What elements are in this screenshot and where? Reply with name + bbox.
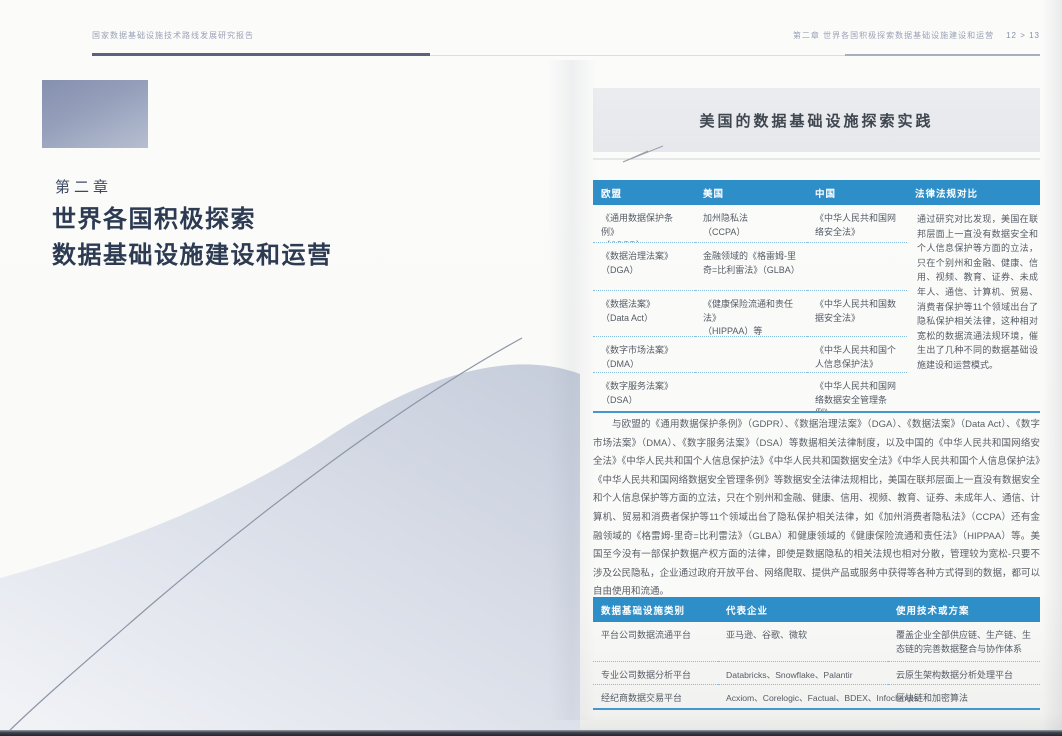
table-cell: 《健康保险流通和责任法》 （HIPPAA）等 bbox=[695, 291, 807, 337]
table-cell: 《通用数据保护条例》 （GDPR） bbox=[593, 205, 695, 243]
table-cell: 《数据治理法案》 （DGA） bbox=[593, 243, 695, 291]
law-col-header-us: 美国 bbox=[695, 186, 807, 200]
photo-edge-right bbox=[1042, 0, 1062, 736]
chapter-title: 世界各国积极探索 数据基础设施建设和运营 bbox=[52, 202, 333, 274]
table-cell: 覆盖企业全部供应链、生产链、生态链的完善数据整合与协作体系 bbox=[888, 622, 1040, 662]
infra-col-header-companies: 代表企业 bbox=[718, 603, 888, 617]
law-table-header-row: 欧盟 美国 中国 法律法规对比 bbox=[593, 180, 1040, 205]
table-cell: 《数字市场法案》 （DMA） bbox=[593, 337, 695, 373]
law-comparison-text: 通过研究对比发现，美国在联邦层面上一直没有数据安全和个人信息保护等方面的立法，只… bbox=[907, 205, 1040, 411]
section-title-box: 美国的数据基础设施探索实践 bbox=[593, 88, 1040, 152]
infra-table-body: 平台公司数据流通平台 亚马逊、谷歌、微软 覆盖企业全部供应链、生产链、生态链的完… bbox=[593, 622, 1040, 708]
photo-edge-bottom bbox=[0, 730, 1062, 736]
table-cell: 区块链和加密算法 bbox=[888, 685, 1040, 708]
infrastructure-table: 数据基础设施类别 代表企业 使用技术或方案 平台公司数据流通平台 亚马逊、谷歌、… bbox=[593, 597, 1040, 710]
table-cell: 《中华人民共和国个人信息保护法》 bbox=[807, 337, 907, 373]
law-col-header-compare: 法律法规对比 bbox=[907, 186, 1040, 200]
decorative-wave-graphic bbox=[0, 320, 580, 736]
table-cell bbox=[807, 243, 907, 291]
table-cell bbox=[695, 373, 807, 411]
infra-col-header-category: 数据基础设施类别 bbox=[593, 603, 718, 617]
table-cell: 《中华人民共和国网络数据安全管理条例》 bbox=[807, 373, 907, 411]
law-col-header-eu: 欧盟 bbox=[593, 186, 695, 200]
header-rule-accent-right bbox=[845, 54, 1040, 56]
infra-table-header-row: 数据基础设施类别 代表企业 使用技术或方案 bbox=[593, 597, 1040, 622]
table-cell: 《数字服务法案》 （DSA） bbox=[593, 373, 695, 411]
table-cell: 经纪商数据交易平台 bbox=[593, 685, 718, 708]
page-gutter-shadow bbox=[548, 60, 596, 720]
chapter-cover-graphic bbox=[42, 80, 148, 148]
section-divider-zigzag bbox=[593, 144, 1040, 168]
table-cell: Acxiom、Corelogic、Factual、BDEX、Infochimps bbox=[718, 685, 888, 708]
table-cell: 加州隐私法 （CCPA） bbox=[695, 205, 807, 243]
running-header-chapter: 第二章 世界各国积极探索数据基础设施建设和运营 bbox=[793, 30, 994, 41]
infra-col-header-tech: 使用技术或方案 bbox=[888, 603, 1040, 617]
running-header-left: 国家数据基础设施技术路线发展研究报告 bbox=[92, 30, 254, 41]
table-cell: 云原生架构数据分析处理平台 bbox=[888, 662, 1040, 685]
table-cell: 《数据法案》 （Data Act） bbox=[593, 291, 695, 337]
chapter-title-line2: 数据基础设施建设和运营 bbox=[52, 238, 333, 274]
table-cell bbox=[695, 337, 807, 373]
law-comparison-table: 欧盟 美国 中国 法律法规对比 《通用数据保护条例》 （GDPR） 加州隐私法 … bbox=[593, 180, 1040, 413]
page-number: 12 > 13 bbox=[1006, 31, 1040, 40]
table-cell: 亚马逊、谷歌、微软 bbox=[718, 622, 888, 662]
law-col-header-cn: 中国 bbox=[807, 186, 907, 200]
table-cell: 平台公司数据流通平台 bbox=[593, 622, 718, 662]
table-cell: Databricks、Snowflake、Palantir bbox=[718, 662, 888, 685]
running-header-right: 第二章 世界各国积极探索数据基础设施建设和运营 12 > 13 bbox=[793, 30, 1040, 41]
law-table-body: 《通用数据保护条例》 （GDPR） 加州隐私法 （CCPA） 《中华人民共和国网… bbox=[593, 205, 1040, 411]
table-cell: 《中华人民共和国数据安全法》 bbox=[807, 291, 907, 337]
body-paragraph: 与欧盟的《通用数据保护条例》（GDPR）、《数据治理法案》（DGA）、《数据法案… bbox=[593, 416, 1040, 602]
section-title: 美国的数据基础设施探索实践 bbox=[699, 110, 933, 131]
chapter-title-line1: 世界各国积极探索 bbox=[52, 202, 333, 238]
table-cell: 《中华人民共和国网络安全法》 bbox=[807, 205, 907, 243]
table-cell: 金融领域的《格雷姆-里奇=比利雷法》（GLBA） bbox=[695, 243, 807, 291]
header-rule-accent-left bbox=[92, 53, 430, 56]
table-cell: 专业公司数据分析平台 bbox=[593, 662, 718, 685]
chapter-label: 第二章 bbox=[55, 176, 112, 197]
report-spread-page: 国家数据基础设施技术路线发展研究报告 第二章 世界各国积极探索数据基础设施建设和… bbox=[0, 0, 1062, 736]
